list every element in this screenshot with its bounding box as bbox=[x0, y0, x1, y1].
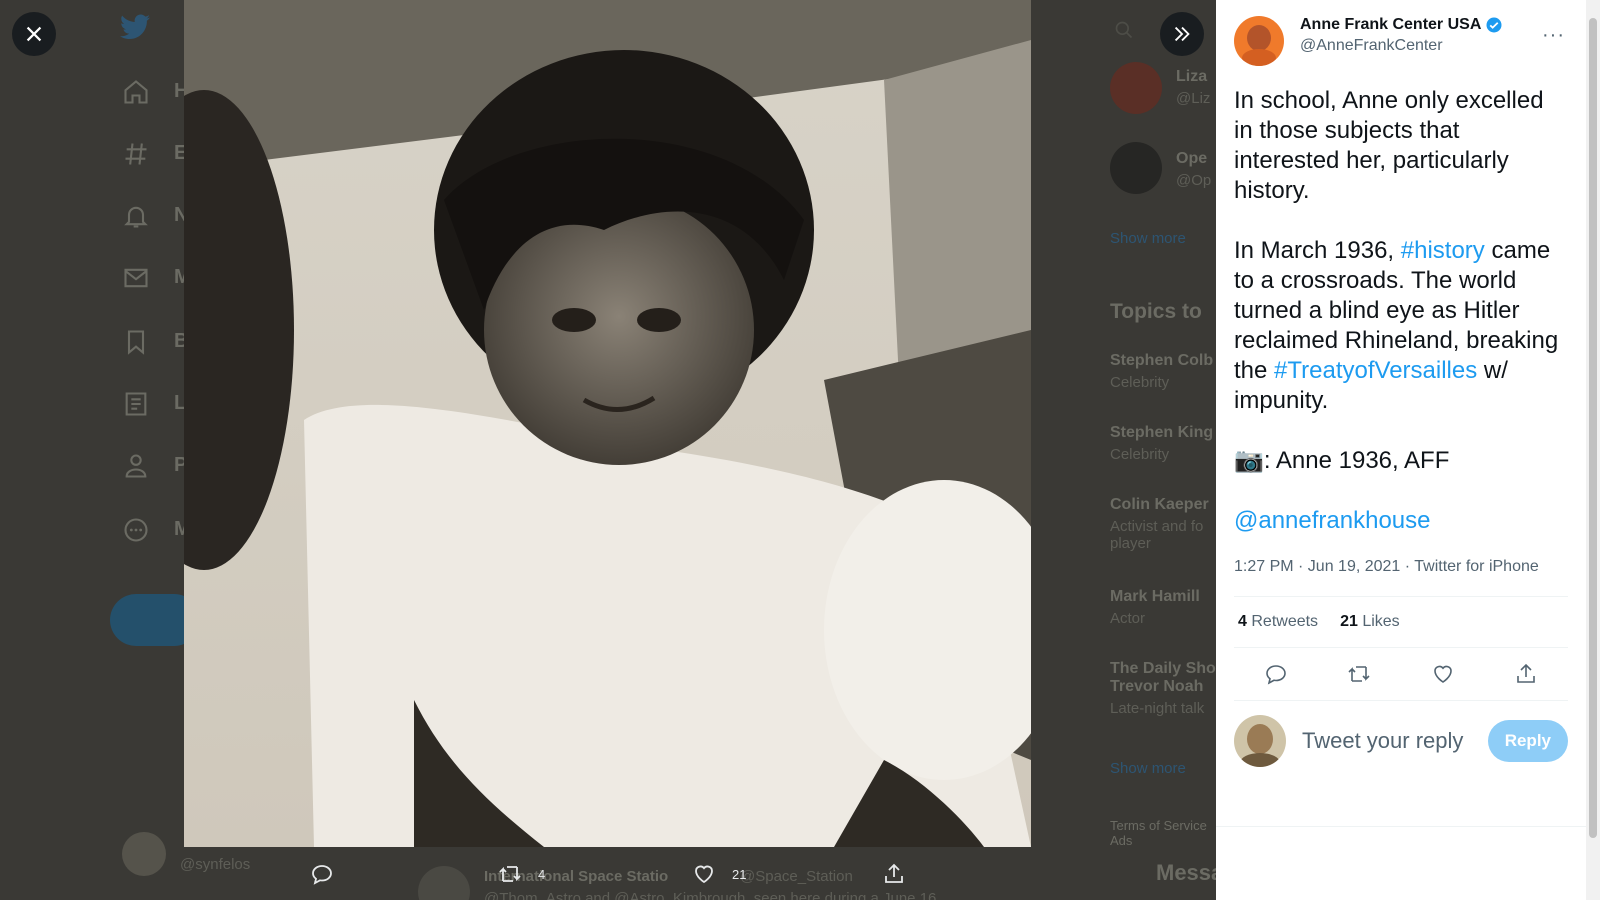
media-like-count: 21 bbox=[732, 866, 747, 882]
topic-item[interactable]: Stephen Colb Celebrity bbox=[1110, 352, 1213, 391]
tweet-text-segment: : Anne 1936, AFF bbox=[1263, 447, 1450, 474]
topic-name: Mark Hamill bbox=[1110, 588, 1200, 605]
user-avatar[interactable] bbox=[1234, 715, 1286, 767]
mention-link[interactable]: @annefrankhouse bbox=[1234, 507, 1431, 534]
suggested-account-2[interactable]: Ope @Op bbox=[1176, 150, 1211, 189]
bottom-user-handle: @synfelos bbox=[180, 856, 251, 873]
bottom-tweet-avatar[interactable] bbox=[418, 866, 470, 900]
verified-icon bbox=[1486, 17, 1502, 33]
bottom-tweet-text: @Thom_Astro and @Astro_Kimbrough, seen h… bbox=[484, 890, 937, 900]
tweet-photo[interactable] bbox=[184, 0, 1031, 847]
retweets-stat[interactable]: 4 Retweets bbox=[1238, 613, 1318, 631]
tweet-meta[interactable]: 1:27 PM · Jun 19, 2021 · Twitter for iPh… bbox=[1234, 558, 1568, 597]
topics-title: Topics to bbox=[1110, 300, 1202, 323]
author-name-row[interactable]: Anne Frank Center USA bbox=[1300, 16, 1542, 34]
panel-footer bbox=[1216, 826, 1586, 900]
like-count: 21 bbox=[1340, 613, 1358, 630]
expand-icon bbox=[1174, 26, 1190, 42]
reply-icon[interactable] bbox=[1264, 662, 1288, 686]
more-circle-icon[interactable] bbox=[122, 516, 150, 544]
tweet-paragraph-3: 📷: Anne 1936, AFF bbox=[1234, 446, 1568, 476]
like-label: Likes bbox=[1362, 613, 1400, 630]
more-icon[interactable]: ··· bbox=[1542, 24, 1568, 47]
share-icon[interactable] bbox=[1514, 662, 1538, 686]
show-more-link[interactable]: Show more bbox=[1110, 760, 1186, 777]
close-button[interactable] bbox=[12, 12, 56, 56]
reply-composer: Tweet your reply Reply bbox=[1234, 701, 1568, 781]
search-icon[interactable] bbox=[1114, 20, 1134, 40]
reply-button[interactable]: Reply bbox=[1487, 720, 1568, 762]
topic-sub: Activist and fo player bbox=[1110, 518, 1204, 552]
profile-icon[interactable] bbox=[122, 452, 150, 480]
author-avatar[interactable] bbox=[1234, 16, 1284, 66]
media-share-action[interactable] bbox=[882, 862, 906, 886]
scrollbar-thumb[interactable] bbox=[1589, 18, 1597, 838]
expand-panel-button[interactable] bbox=[1160, 12, 1204, 56]
share-icon[interactable] bbox=[882, 862, 906, 886]
topic-item[interactable]: The Daily Sho Trevor Noah Late-night talk bbox=[1110, 660, 1216, 717]
suggested-name: Ope bbox=[1176, 150, 1208, 167]
topic-name: Stephen Colb bbox=[1110, 352, 1214, 369]
bookmark-icon[interactable] bbox=[122, 328, 150, 356]
mail-icon[interactable] bbox=[122, 264, 150, 292]
camera-emoji: 📷 bbox=[1234, 447, 1264, 474]
reply-icon[interactable] bbox=[310, 862, 334, 886]
bottom-user-avatar[interactable] bbox=[122, 832, 166, 876]
tweet-text: In school, Anne only excelled in those s… bbox=[1234, 86, 1568, 536]
bell-icon[interactable] bbox=[122, 202, 150, 230]
home-icon[interactable] bbox=[122, 78, 150, 106]
suggested-handle: @Liz bbox=[1176, 90, 1211, 107]
tweet-paragraph-1: In school, Anne only excelled in those s… bbox=[1234, 87, 1544, 204]
hashtag-icon[interactable] bbox=[122, 140, 150, 168]
media-reply-action[interactable] bbox=[310, 862, 334, 886]
topic-item[interactable]: Stephen King Celebrity bbox=[1110, 424, 1213, 463]
likes-stat[interactable]: 21 Likes bbox=[1340, 613, 1400, 631]
suggested-account-1[interactable]: Liza @Liz bbox=[1176, 68, 1210, 107]
like-icon[interactable] bbox=[1431, 662, 1455, 686]
footer-links[interactable]: Terms of Service Ads bbox=[1110, 818, 1210, 848]
suggested-avatar-1[interactable] bbox=[1110, 62, 1162, 114]
topic-name: Stephen King bbox=[1110, 424, 1214, 441]
retweet-count: 4 bbox=[1238, 613, 1247, 630]
tweet-paragraph-4: @annefrankhouse bbox=[1234, 506, 1568, 536]
topic-name: The Daily Sho Trevor Noah bbox=[1110, 660, 1216, 695]
topic-item[interactable]: Colin Kaeper Activist and fo player bbox=[1110, 496, 1216, 552]
suggested-handle: @Op bbox=[1176, 172, 1212, 189]
messages-drawer-label[interactable]: Messa bbox=[1156, 860, 1216, 886]
bottom-tweet-handle: @Space_Station bbox=[740, 868, 853, 885]
scrollbar[interactable] bbox=[1586, 0, 1600, 900]
topic-item[interactable]: Mark Hamill Actor bbox=[1110, 588, 1200, 627]
suggested-name: Liza bbox=[1176, 68, 1208, 85]
tweet-stats: 4 Retweets 21 Likes bbox=[1234, 597, 1568, 648]
retweet-label: Retweets bbox=[1251, 613, 1319, 630]
photo-image bbox=[184, 0, 1031, 847]
list-icon[interactable] bbox=[122, 390, 150, 418]
tweet-text-segment: In March 1936, bbox=[1234, 237, 1401, 264]
tweet-actions bbox=[1234, 648, 1568, 701]
tweet-author-row: Anne Frank Center USA @AnneFrankCenter ·… bbox=[1234, 16, 1568, 66]
reply-input[interactable]: Tweet your reply bbox=[1302, 728, 1488, 754]
suggested-avatar-2[interactable] bbox=[1110, 142, 1162, 194]
topic-sub: Celebrity bbox=[1110, 446, 1170, 463]
retweet-icon[interactable] bbox=[498, 862, 522, 886]
twitter-logo-icon bbox=[120, 14, 150, 39]
media-retweet-action[interactable]: 4 bbox=[498, 862, 545, 886]
retweet-icon[interactable] bbox=[1347, 662, 1371, 686]
topic-sub: Actor bbox=[1110, 610, 1146, 627]
topic-sub: Celebrity bbox=[1110, 374, 1170, 391]
author-handle[interactable]: @AnneFrankCenter bbox=[1300, 37, 1542, 55]
media-retweet-count: 4 bbox=[538, 866, 546, 882]
hashtag-treaty-link[interactable]: #TreatyofVersailles bbox=[1274, 357, 1477, 384]
close-icon bbox=[26, 26, 42, 42]
tweet-paragraph-2: In March 1936, #history came to a crossr… bbox=[1234, 236, 1568, 416]
author-name[interactable]: Anne Frank Center USA bbox=[1300, 16, 1481, 34]
show-more-link[interactable]: Show more bbox=[1110, 230, 1186, 247]
media-like-action[interactable]: 21 bbox=[692, 862, 746, 886]
hashtag-history-link[interactable]: #history bbox=[1401, 237, 1485, 264]
topic-name: Colin Kaeper bbox=[1110, 496, 1209, 513]
topic-sub: Late-night talk bbox=[1110, 700, 1205, 717]
like-icon[interactable] bbox=[692, 862, 716, 886]
tweet-detail-panel: Anne Frank Center USA @AnneFrankCenter ·… bbox=[1216, 0, 1586, 900]
